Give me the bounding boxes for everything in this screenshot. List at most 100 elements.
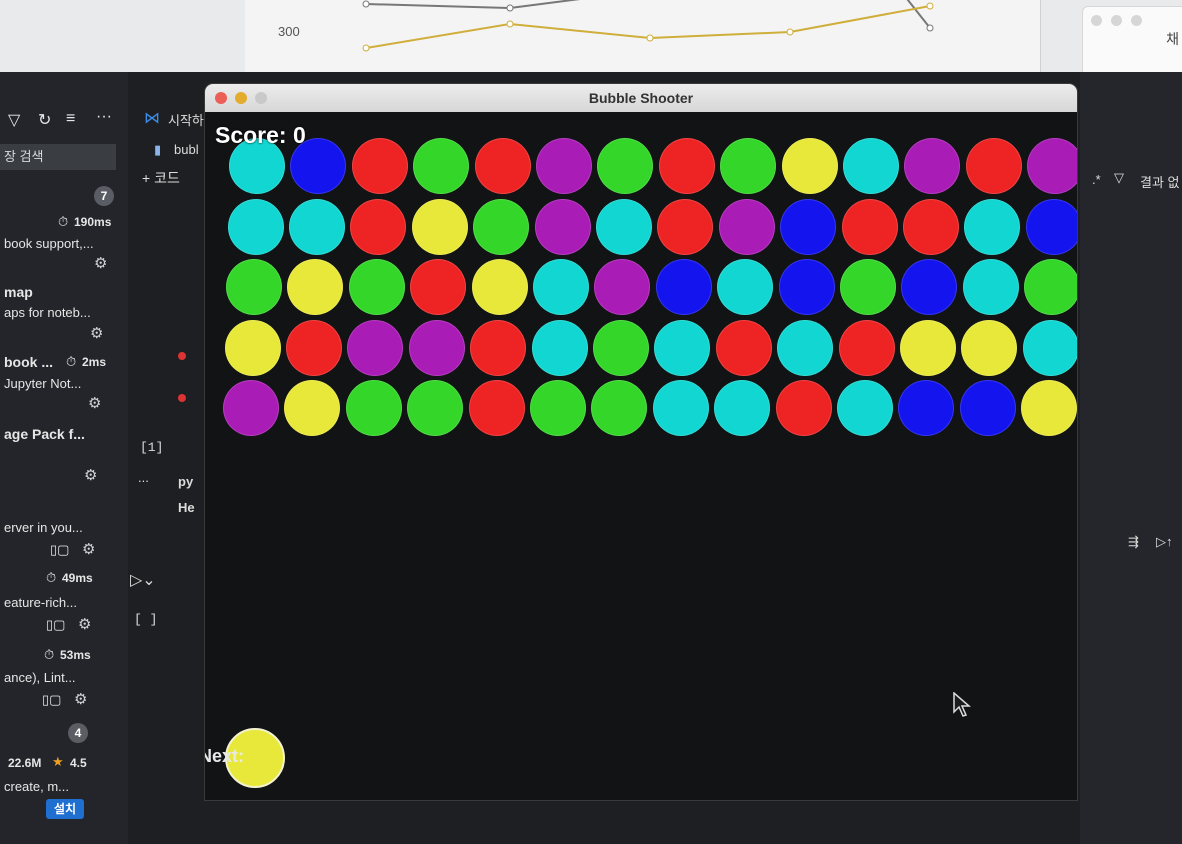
- bubble-cyan: [288, 198, 345, 255]
- bubble-cyan: [962, 259, 1019, 315]
- bubble-green: [720, 138, 777, 194]
- list-icon[interactable]: ⇶: [1128, 534, 1139, 550]
- bubble-cyan: [1022, 319, 1077, 376]
- bubble-blue: [1025, 198, 1077, 255]
- gear-icon[interactable]: ⚙: [94, 254, 107, 272]
- bubble-green: [592, 319, 649, 376]
- more-icon[interactable]: ...: [138, 470, 149, 485]
- bubble-green: [1024, 259, 1077, 315]
- filter-icon[interactable]: ▽: [1114, 170, 1124, 186]
- bubble-purple: [718, 198, 775, 255]
- timer-icon: ⏱: [44, 647, 55, 662]
- bubble-red: [658, 138, 715, 194]
- bubble-red: [838, 319, 895, 376]
- extension-title: map: [4, 284, 33, 300]
- series-line-gray: [365, 0, 931, 29]
- gear-icon[interactable]: ⚙: [88, 394, 101, 412]
- bubble-purple: [347, 319, 404, 376]
- run-cell-icon[interactable]: ▷⌄: [130, 570, 156, 590]
- bubble-red: [474, 138, 531, 194]
- refresh-icon[interactable]: ↻: [38, 110, 51, 130]
- bubble-cyan: [531, 319, 588, 376]
- tab-welcome[interactable]: 시작하: [168, 110, 204, 129]
- bubble-yellow: [961, 319, 1018, 376]
- bubble-yellow: [899, 319, 956, 376]
- cell-index: [1]: [140, 440, 164, 455]
- bubble-grid[interactable]: [205, 112, 1077, 800]
- bubble-red: [350, 198, 407, 255]
- series-point: [506, 4, 514, 12]
- bubble-cyan: [654, 319, 711, 376]
- bubble-yellow: [411, 198, 468, 255]
- extension-description: ance), Lint...: [4, 670, 76, 685]
- gear-icon[interactable]: ⚙: [74, 690, 87, 708]
- bubble-red: [841, 198, 898, 255]
- extension-title: age Pack f...: [4, 426, 85, 442]
- extension-description: Jupyter Not...: [4, 376, 82, 391]
- bubble-cyan: [714, 380, 771, 436]
- notebook-editor: ⋈ 시작하 ▮ bubl + 코드 [1] ... py He ▷⌄ [ ]: [128, 72, 208, 844]
- download-count: 22.6M: [8, 756, 42, 770]
- bubble-yellow: [287, 259, 344, 315]
- chart-tick-label: 300: [278, 24, 300, 39]
- gear-icon[interactable]: ⚙: [78, 615, 91, 633]
- window-dot: [1091, 15, 1102, 26]
- load-time: 190ms: [74, 215, 112, 229]
- series-point: [506, 20, 514, 28]
- bubble-blue: [901, 259, 958, 315]
- timer-icon: ⏱: [58, 214, 69, 229]
- filter-icon[interactable]: ▽: [8, 110, 20, 130]
- background-window: 채: [1082, 6, 1182, 74]
- tab-file[interactable]: bubl: [174, 142, 199, 157]
- load-time: 53ms: [60, 648, 91, 662]
- series-point: [646, 34, 654, 42]
- series-point: [786, 28, 794, 36]
- bubble-cyan: [843, 138, 899, 194]
- more-icon[interactable]: ···: [96, 108, 112, 126]
- bubble-green: [413, 138, 470, 194]
- star-icon: ★: [52, 754, 64, 769]
- output-fragment: He: [178, 500, 195, 515]
- clear-icon[interactable]: ≡: [66, 110, 75, 128]
- regex-icon[interactable]: .*: [1092, 172, 1101, 187]
- timer-icon: ⏱: [46, 570, 57, 585]
- bubble-red: [470, 319, 527, 376]
- extension-description: aps for noteb...: [4, 305, 91, 320]
- series-point: [926, 2, 934, 10]
- bubble-green: [530, 380, 586, 436]
- gear-icon[interactable]: ⚙: [84, 466, 97, 484]
- bubble-red: [285, 319, 342, 376]
- run-above-icon[interactable]: ▷↑: [1156, 534, 1173, 550]
- breakpoint-dot: [178, 394, 186, 402]
- next-label: Next:: [205, 746, 245, 766]
- bubble-cyan: [777, 319, 834, 376]
- bubble-blue: [780, 198, 837, 255]
- bubble-blue: [778, 259, 835, 315]
- game-canvas[interactable]: Score: 0 Next:: [205, 112, 1077, 800]
- install-button[interactable]: 설치: [46, 799, 84, 819]
- bubble-purple: [904, 138, 961, 194]
- bubble-blue: [898, 380, 955, 436]
- bubble-red: [410, 259, 467, 315]
- mouse-cursor-icon: [953, 692, 972, 717]
- extension-description: erver in you...: [4, 520, 83, 535]
- extension-search-input[interactable]: 장 검색: [0, 144, 116, 170]
- load-time: 49ms: [62, 571, 93, 585]
- bubble-yellow: [224, 319, 281, 376]
- gear-icon[interactable]: ⚙: [82, 540, 95, 558]
- bubble-cyan: [227, 198, 284, 255]
- bubble-red: [715, 319, 772, 376]
- bubble-yellow: [781, 138, 838, 194]
- series-point: [926, 24, 934, 32]
- load-time: 2ms: [82, 355, 107, 369]
- extension-description: book support,...: [4, 236, 94, 251]
- remote-icon: ▯▢: [50, 542, 70, 557]
- bubble-yellow: [471, 259, 528, 315]
- bubble-green: [591, 380, 648, 436]
- add-code-button[interactable]: + 코드: [142, 168, 180, 188]
- background-line-chart: [362, 0, 934, 52]
- bubble-green: [473, 198, 530, 255]
- window-dot: [1111, 15, 1122, 26]
- gear-icon[interactable]: ⚙: [90, 324, 103, 342]
- bubble-blue: [655, 259, 712, 315]
